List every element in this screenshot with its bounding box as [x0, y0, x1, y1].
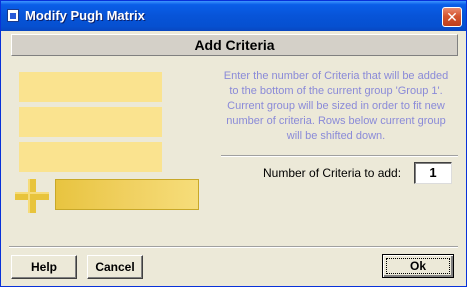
existing-criteria-bar — [19, 107, 162, 137]
plus-icon — [15, 179, 49, 213]
criteria-count-label: Number of Criteria to add: — [263, 166, 402, 180]
title-bar[interactable]: Modify Pugh Matrix ✕ — [1, 1, 466, 31]
ok-button[interactable]: Ok — [382, 254, 454, 278]
divider — [221, 155, 458, 157]
existing-criteria-bar — [19, 72, 162, 102]
divider — [9, 246, 458, 248]
new-criteria-bar — [55, 179, 199, 210]
ok-button-label: Ok — [409, 259, 426, 273]
cancel-button[interactable]: Cancel — [87, 255, 143, 279]
app-icon[interactable] — [7, 9, 19, 22]
window-title: Modify Pugh Matrix — [25, 8, 145, 23]
instructions-text: Enter the number of Criteria that will b… — [223, 70, 449, 142]
help-button[interactable]: Help — [11, 255, 77, 279]
close-icon: ✕ — [446, 9, 458, 25]
close-button[interactable]: ✕ — [442, 7, 462, 27]
section-header: Add Criteria — [11, 34, 458, 56]
existing-criteria-bar — [19, 142, 162, 172]
dialog-content: Add Criteria Enter the number of Criteri… — [5, 32, 462, 284]
criteria-count-input[interactable]: 1 — [414, 162, 452, 184]
dialog-window: Modify Pugh Matrix ✕ Add Criteria Enter … — [0, 0, 467, 287]
